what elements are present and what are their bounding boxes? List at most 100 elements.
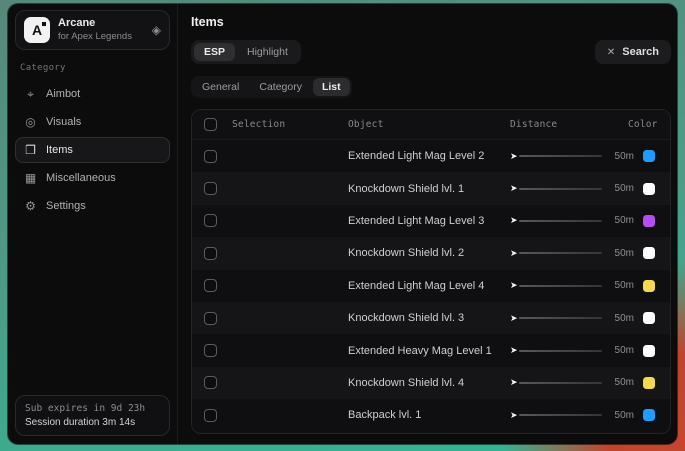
tab-highlight[interactable]: Highlight: [237, 43, 298, 61]
sidebar-item-label: Items: [46, 144, 73, 156]
color-swatch[interactable]: [643, 150, 655, 162]
sidebar-item-label: Aimbot: [46, 88, 80, 100]
sidebar-item-items[interactable]: ❒ Items: [15, 137, 170, 163]
color-swatch[interactable]: [643, 280, 655, 292]
slider-handle-icon[interactable]: ➤: [510, 184, 518, 193]
row-checkbox[interactable]: [204, 376, 217, 389]
category-section-label: Category: [20, 63, 165, 73]
table-row: Knockdown Shield lvl. 2 ➤ 50m: [192, 237, 670, 269]
distance-slider[interactable]: ➤ 50m: [510, 215, 640, 226]
table-row: Backpack lvl. 1 ➤ 50m: [192, 399, 670, 431]
slider-handle-icon[interactable]: ➤: [510, 314, 518, 323]
slider-track[interactable]: [519, 188, 602, 190]
distance-slider[interactable]: ➤ 50m: [510, 151, 640, 162]
color-swatch[interactable]: [643, 345, 655, 357]
table-row: Knockdown Shield lvl. 3 ➤ 50m: [192, 302, 670, 334]
slider-track[interactable]: [519, 220, 602, 222]
object-name: Extended Light Mag Level 2: [348, 150, 510, 162]
brand-text: Arcane for Apex Legends: [58, 17, 132, 43]
distance-slider[interactable]: ➤ 50m: [510, 280, 640, 291]
distance-value: 50m: [615, 215, 634, 226]
tab-esp[interactable]: ESP: [194, 43, 235, 61]
sidebar-item-visuals[interactable]: ◎ Visuals: [15, 109, 170, 135]
distance-slider[interactable]: ➤ 50m: [510, 313, 640, 324]
slider-handle-icon[interactable]: ➤: [510, 411, 518, 420]
color-swatch[interactable]: [643, 409, 655, 421]
tab-list[interactable]: List: [313, 78, 350, 96]
distance-slider[interactable]: ➤ 50m: [510, 377, 640, 388]
slider-track[interactable]: [519, 350, 602, 352]
tab-general[interactable]: General: [193, 78, 248, 96]
search-label: Search: [622, 46, 659, 58]
main-panel: Items ESP Highlight ✕ Search General Cat…: [178, 4, 677, 444]
distance-value: 50m: [615, 377, 634, 388]
row-checkbox[interactable]: [204, 279, 217, 292]
app-window: A Arcane for Apex Legends ◈ Category ⌖ A…: [8, 4, 677, 444]
row-checkbox[interactable]: [204, 409, 217, 422]
distance-slider[interactable]: ➤ 50m: [510, 248, 640, 259]
mode-segmented-control: ESP Highlight: [191, 40, 301, 64]
gear-icon: ⚙: [24, 199, 37, 213]
row-checkbox[interactable]: [204, 344, 217, 357]
sidebar-item-aimbot[interactable]: ⌖ Aimbot: [15, 81, 170, 107]
session-duration-text: Session duration 3m 14s: [25, 417, 160, 428]
distance-slider[interactable]: ➤ 50m: [510, 183, 640, 194]
slider-handle-icon[interactable]: ➤: [510, 378, 518, 387]
distance-value: 50m: [615, 248, 634, 259]
distance-value: 50m: [615, 410, 634, 421]
slider-handle-icon[interactable]: ➤: [510, 216, 518, 225]
row-checkbox[interactable]: [204, 182, 217, 195]
session-card: Sub expires in 9d 23h Session duration 3…: [15, 395, 170, 436]
table-row: Knockdown Shield lvl. 1 ➤ 50m: [192, 172, 670, 204]
color-swatch[interactable]: [643, 377, 655, 389]
row-checkbox[interactable]: [204, 214, 217, 227]
eye-icon: ◎: [24, 115, 37, 129]
slider-track[interactable]: [519, 252, 602, 254]
slider-track[interactable]: [519, 382, 602, 384]
select-all-checkbox[interactable]: [204, 118, 217, 131]
app-logo: A: [24, 17, 50, 43]
distance-value: 50m: [615, 151, 634, 162]
tab-category[interactable]: Category: [250, 78, 311, 96]
color-swatch[interactable]: [643, 247, 655, 259]
slider-handle-icon[interactable]: ➤: [510, 281, 518, 290]
page-title: Items: [191, 15, 671, 29]
column-header-color: Color: [628, 119, 658, 130]
grid-icon: ▦: [24, 171, 37, 185]
color-swatch[interactable]: [643, 312, 655, 324]
slider-track[interactable]: [519, 317, 602, 319]
object-name: Extended Heavy Mag Level 1: [348, 345, 510, 357]
sidebar-item-settings[interactable]: ⚙ Settings: [15, 193, 170, 219]
row-checkbox[interactable]: [204, 312, 217, 325]
view-segmented-control: General Category List: [191, 76, 352, 98]
object-name: Extended Light Mag Level 3: [348, 215, 510, 227]
search-button[interactable]: ✕ Search: [595, 40, 671, 64]
slider-track[interactable]: [519, 285, 602, 287]
color-swatch[interactable]: [643, 183, 655, 195]
sub-expires-text: Sub expires in 9d 23h: [25, 403, 160, 414]
distance-value: 50m: [615, 313, 634, 324]
sidebar-item-miscellaneous[interactable]: ▦ Miscellaneous: [15, 165, 170, 191]
distance-value: 50m: [615, 183, 634, 194]
object-name: Knockdown Shield lvl. 1: [348, 183, 510, 195]
row-checkbox[interactable]: [204, 150, 217, 163]
app-name: Arcane: [58, 17, 132, 31]
gem-icon[interactable]: ◈: [152, 23, 161, 37]
distance-value: 50m: [615, 280, 634, 291]
row-checkbox[interactable]: [204, 247, 217, 260]
slider-handle-icon[interactable]: ➤: [510, 152, 518, 161]
box-icon: ❒: [24, 143, 37, 157]
distance-slider[interactable]: ➤ 50m: [510, 345, 640, 356]
table-row: Knockdown Shield lvl. 4 ➤ 50m: [192, 367, 670, 399]
color-swatch[interactable]: [643, 215, 655, 227]
table-row: Extended Heavy Mag Level 1 ➤ 50m: [192, 334, 670, 366]
slider-handle-icon[interactable]: ➤: [510, 249, 518, 258]
slider-handle-icon[interactable]: ➤: [510, 346, 518, 355]
slider-track[interactable]: [519, 155, 602, 157]
table-row: Extended Light Mag Level 2 ➤ 50m: [192, 140, 670, 172]
slider-track[interactable]: [519, 414, 602, 416]
app-subtitle: for Apex Legends: [58, 31, 132, 43]
column-header-distance: Distance: [510, 119, 640, 130]
distance-slider[interactable]: ➤ 50m: [510, 410, 640, 421]
sidebar-item-label: Settings: [46, 200, 86, 212]
